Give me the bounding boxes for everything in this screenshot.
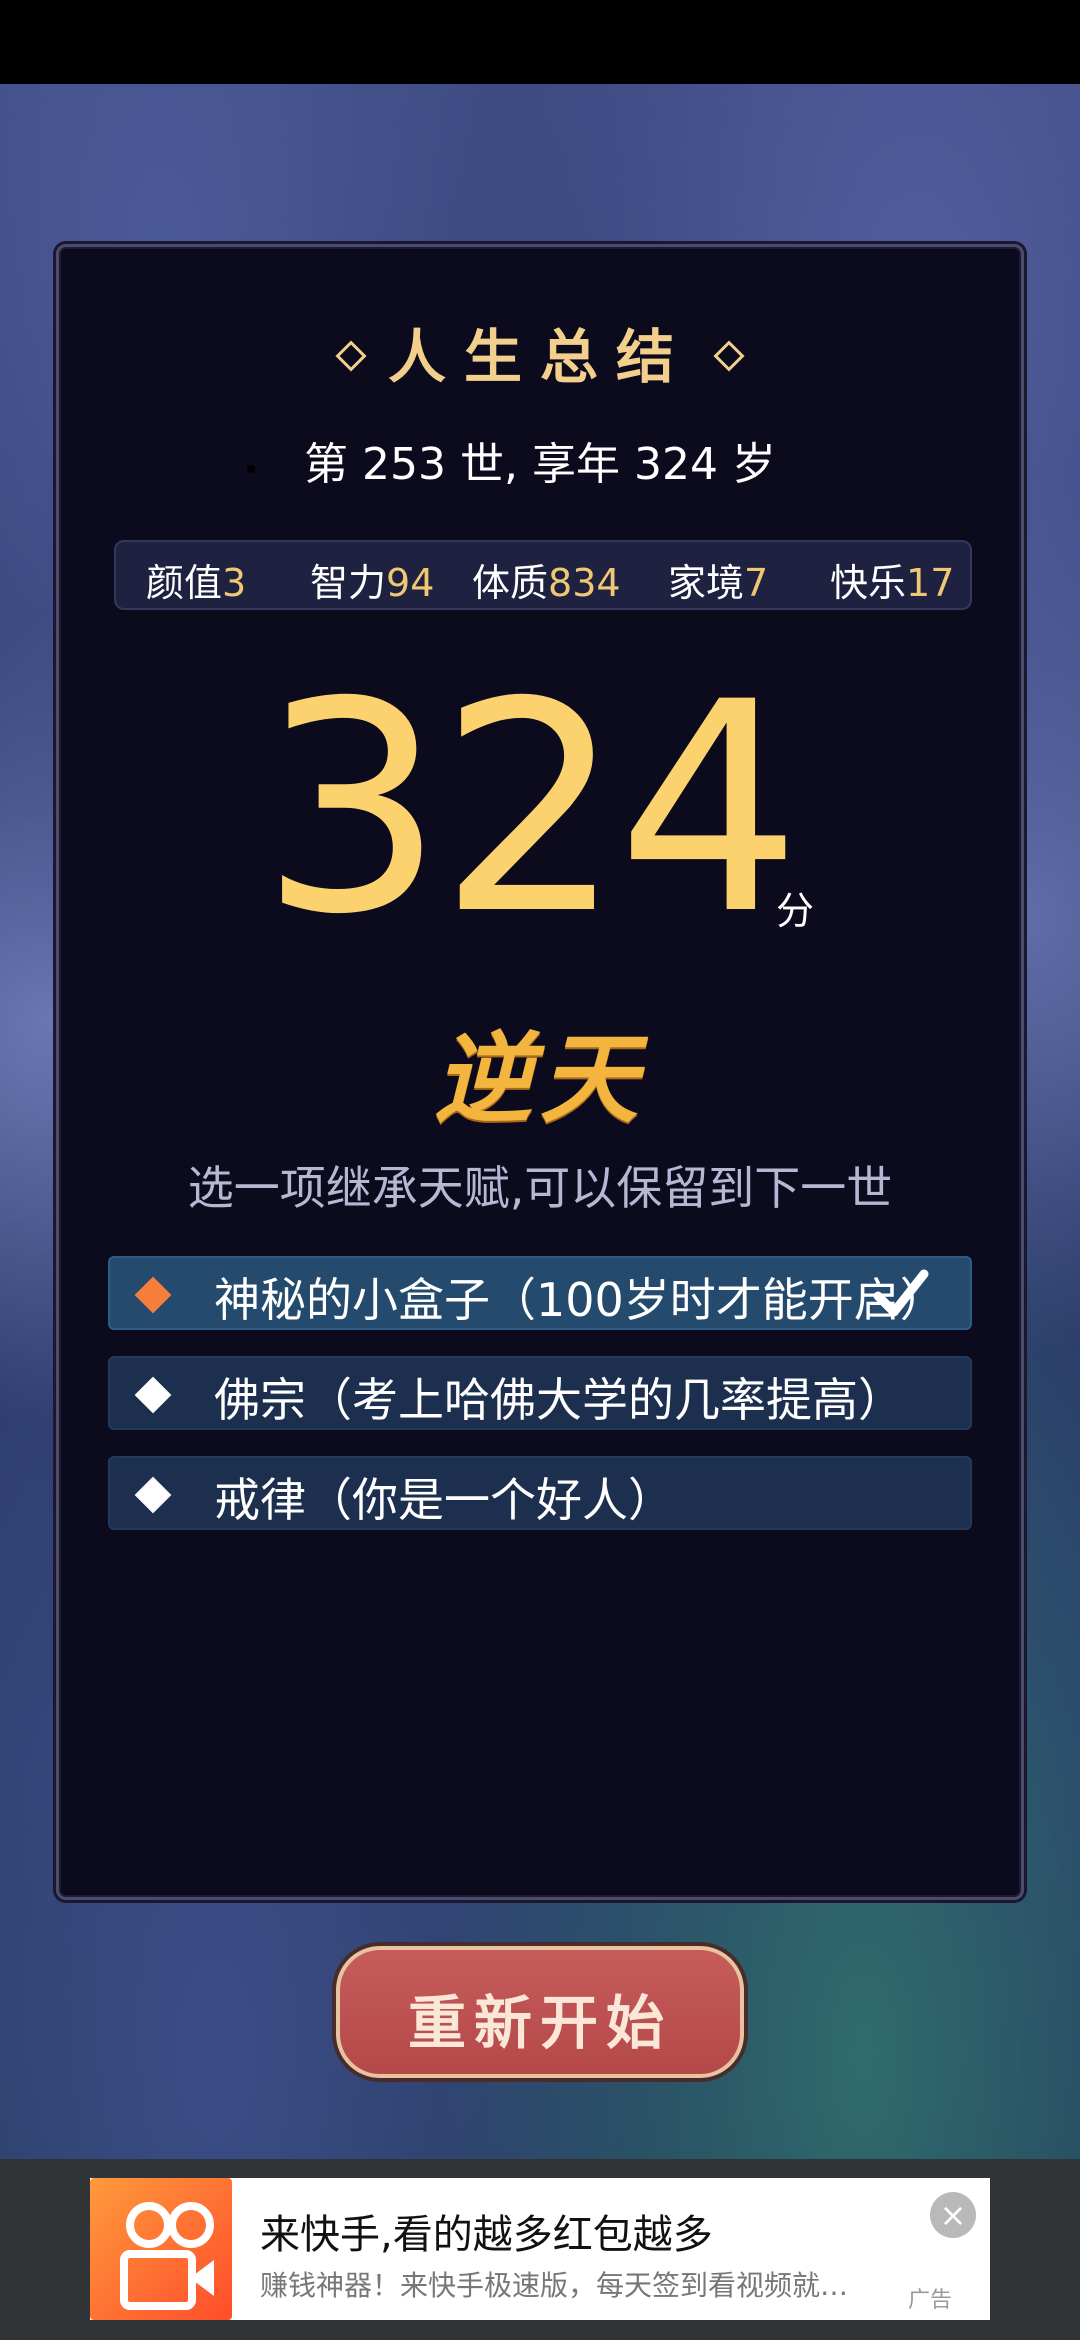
talent-option-label: 神秘的小盒子（100岁时才能开启）	[214, 1273, 946, 1327]
ad-title: 来快手,看的越多红包越多	[260, 2212, 713, 2258]
diamond-icon	[134, 1276, 172, 1314]
rank-label: 逆天	[433, 1022, 646, 1137]
score-value: 324	[260, 641, 802, 978]
kuaishou-logo-icon	[90, 2178, 232, 2320]
ad-banner[interactable]: 来快手,看的越多红包越多 赚钱神器！来快手极速版，每天签到看视频就… × 广告	[90, 2178, 990, 2320]
restart-button[interactable]: 重新开始	[336, 1946, 744, 2078]
attribute-family: 家境7	[668, 561, 769, 605]
attribute-appearance: 颜值3	[146, 561, 247, 605]
attributes-bar: 颜值3 智力94 体质834 家境7 快乐17	[114, 540, 972, 610]
summary-title-text: 人生总结	[387, 323, 692, 391]
talent-option-label: 佛宗（考上哈佛大学的几率提高）	[214, 1373, 904, 1427]
status-bar	[0, 0, 1080, 84]
diamond-icon	[335, 340, 367, 372]
life-info: 第 253 世, 享年 324 岁	[304, 439, 776, 490]
talent-option-3[interactable]: 戒律（你是一个好人）	[108, 1456, 972, 1530]
inherit-hint: 选一项继承天赋,可以保留到下一世	[187, 1161, 893, 1215]
ad-description: 赚钱神器！来快手极速版，每天签到看视频就…	[260, 2269, 849, 2302]
attribute-constitution: 体质834	[472, 561, 621, 605]
restart-button-label: 重新开始	[407, 1989, 672, 2057]
summary-title: 人生总结	[0, 310, 1080, 394]
diamond-icon	[713, 340, 745, 372]
ad-tag: 广告	[908, 2288, 953, 2313]
checkmark-icon	[873, 1269, 929, 1317]
talent-option-label: 戒律（你是一个好人）	[214, 1473, 674, 1527]
talent-option-2[interactable]: 佛宗（考上哈佛大学的几率提高）	[108, 1356, 972, 1430]
talent-option-1[interactable]: 神秘的小盒子（100岁时才能开启）	[108, 1256, 972, 1330]
diamond-icon	[134, 1376, 172, 1414]
attribute-happiness: 快乐17	[830, 561, 955, 605]
score-unit: 分	[776, 889, 815, 933]
close-icon[interactable]: ×	[930, 2192, 976, 2238]
diamond-icon	[134, 1476, 172, 1514]
attribute-intelligence: 智力94	[310, 561, 435, 605]
